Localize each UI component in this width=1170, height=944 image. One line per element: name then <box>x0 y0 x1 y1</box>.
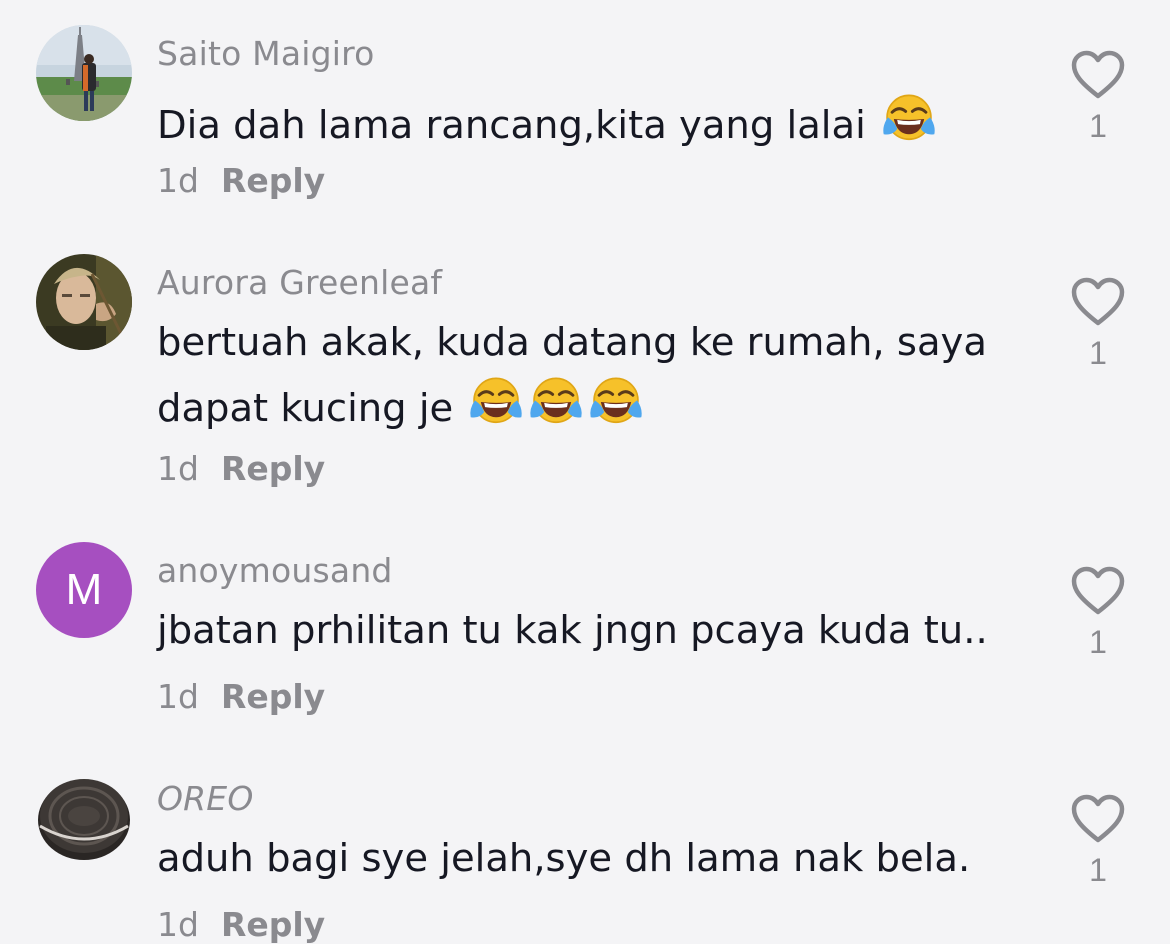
comment-meta: 1d Reply <box>157 677 325 716</box>
username[interactable]: OREO <box>157 779 254 818</box>
avatar-photo-eiffel-tower <box>36 25 132 121</box>
like-button[interactable]: 1 <box>1068 566 1128 661</box>
username[interactable]: Aurora Greenleaf <box>157 263 442 302</box>
heart-outline-icon[interactable] <box>1070 794 1126 844</box>
comment-text-content: Dia dah lama rancang,kita yang lalai <box>157 103 866 148</box>
comment-meta: 1d Reply <box>157 161 325 200</box>
like-count: 1 <box>1089 852 1107 888</box>
face-with-tears-of-joy-icon <box>529 375 583 429</box>
comment-text: jbatan prhilitan tu kak jngn pcaya kuda … <box>157 599 1027 663</box>
avatar-photo-archer <box>36 254 132 350</box>
like-count: 1 <box>1089 624 1107 660</box>
reply-button[interactable]: Reply <box>221 905 325 944</box>
timestamp: 1d <box>157 449 199 488</box>
username[interactable]: Saito Maigiro <box>157 34 375 73</box>
like-count: 1 <box>1089 108 1107 144</box>
like-button[interactable]: 1 <box>1068 277 1128 372</box>
avatar-photo-oreo-cookie <box>36 770 132 866</box>
face-with-tears-of-joy-icon <box>469 375 523 429</box>
avatar-letter: M <box>65 565 103 614</box>
reply-button[interactable]: Reply <box>221 677 325 716</box>
heart-outline-icon[interactable] <box>1070 277 1126 327</box>
comment-text-content: aduh bagi sye jelah,sye dh lama nak bela… <box>157 836 971 881</box>
like-button[interactable]: 1 <box>1068 50 1128 145</box>
face-with-tears-of-joy-icon <box>589 375 643 429</box>
comment-text: aduh bagi sye jelah,sye dh lama nak bela… <box>157 827 1027 891</box>
face-with-tears-of-joy-icon <box>882 92 936 146</box>
comment-meta: 1d Reply <box>157 449 325 488</box>
timestamp: 1d <box>157 905 199 944</box>
comment-text-content: jbatan prhilitan tu kak jngn pcaya kuda … <box>157 608 988 653</box>
heart-outline-icon[interactable] <box>1070 566 1126 616</box>
avatar[interactable] <box>36 25 132 121</box>
reply-button[interactable]: Reply <box>221 161 325 200</box>
reply-button[interactable]: Reply <box>221 449 325 488</box>
avatar[interactable] <box>36 254 132 350</box>
like-count: 1 <box>1089 335 1107 371</box>
comment-meta: 1d Reply <box>157 905 325 944</box>
avatar[interactable] <box>36 770 132 866</box>
username[interactable]: anoymousand <box>157 551 393 590</box>
avatar[interactable]: M <box>36 542 132 638</box>
timestamp: 1d <box>157 161 199 200</box>
like-button[interactable]: 1 <box>1068 794 1128 889</box>
comment-text: bertuah akak, kuda datang ke rumah, saya… <box>157 311 1027 441</box>
timestamp: 1d <box>157 677 199 716</box>
comment-text: Dia dah lama rancang,kita yang lalai <box>157 92 1027 158</box>
heart-outline-icon[interactable] <box>1070 50 1126 100</box>
